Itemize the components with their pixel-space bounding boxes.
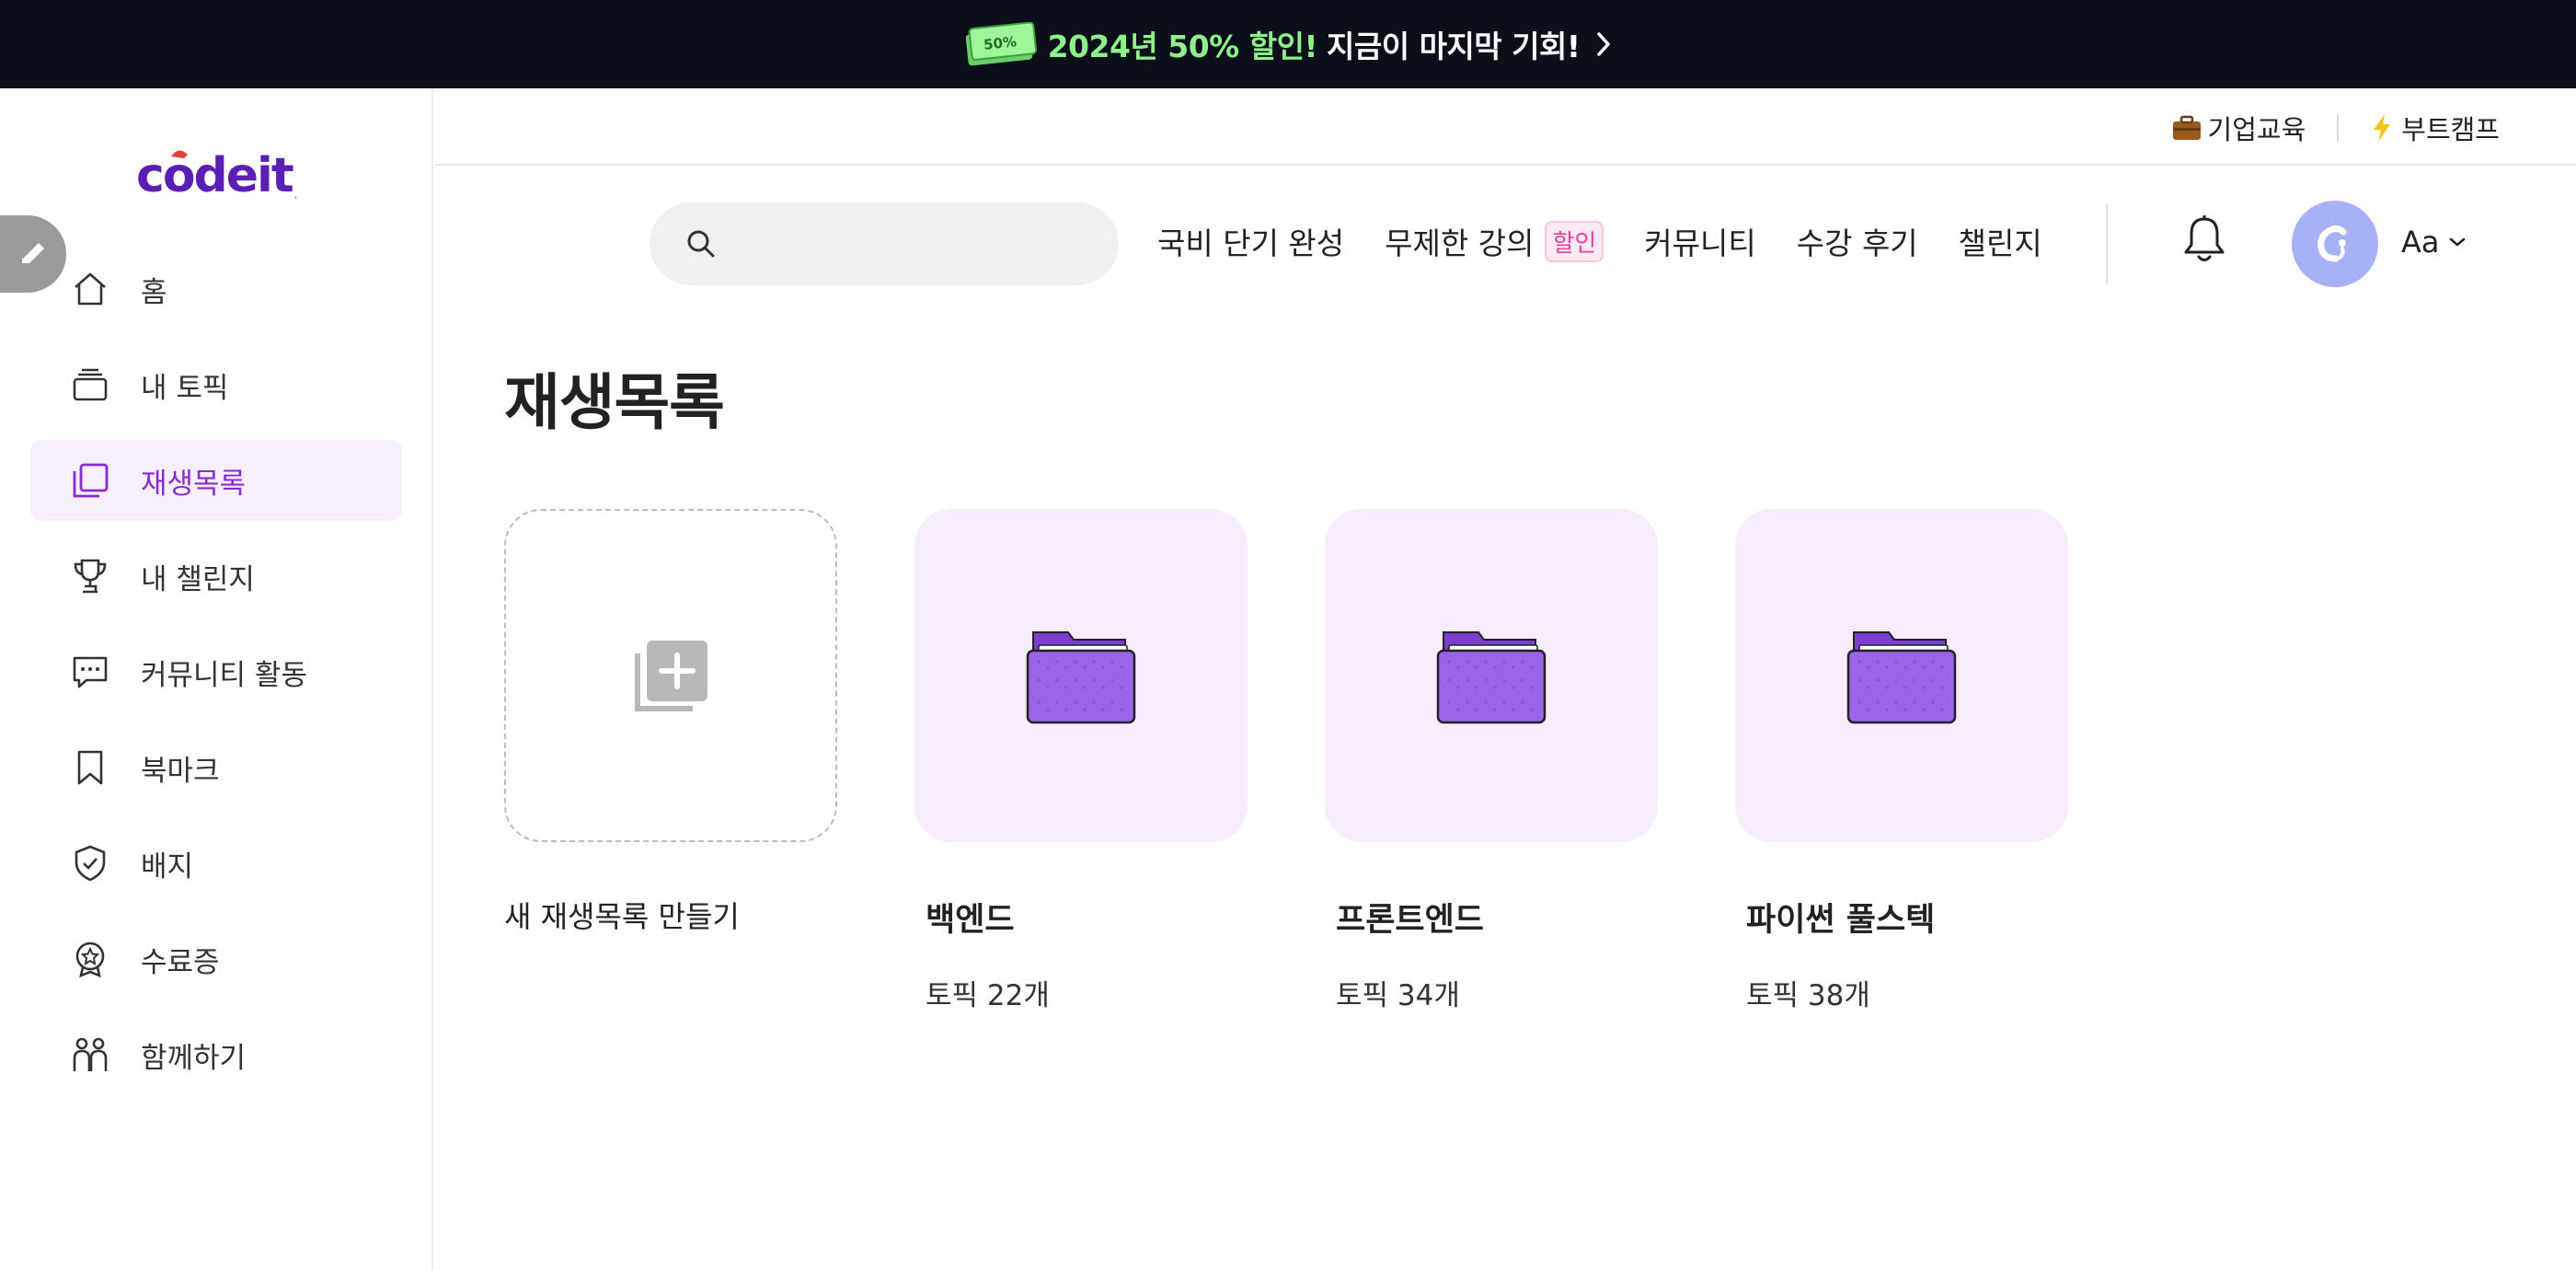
nav-challenges[interactable]: 챌린지: [1959, 219, 2042, 263]
playlist-grid: 새 재생목록 만들기 백엔드 토픽 22개 프론트엔드 토픽 34개 파이썬 풀…: [504, 509, 2145, 1013]
sidebar-item-community-activity[interactable]: 커뮤니티 활동: [30, 631, 402, 712]
new-playlist-card[interactable]: 새 재생목록 만들기: [504, 509, 837, 1013]
sidebar-item-label: 배지: [141, 849, 194, 884]
trophy-icon: [69, 555, 111, 597]
page-title: 재생목록: [504, 367, 725, 438]
sidebar-item-my-topics[interactable]: 내 토픽: [30, 344, 402, 425]
sidebar-item-label: 내 토픽: [141, 371, 229, 405]
promo-accent-text: 2024년 50% 할인!: [1047, 29, 1318, 64]
playlist-title[interactable]: 프론트엔드: [1325, 894, 1658, 941]
people-icon: [69, 1034, 111, 1076]
add-playlist-icon: [635, 641, 707, 711]
new-playlist-thumb[interactable]: [504, 509, 837, 842]
font-toggle-label: Aa: [2401, 225, 2440, 260]
promo-banner[interactable]: 50% 2024년 50% 할인! 지금이 마지막 기회!: [0, 0, 2576, 88]
nav-community[interactable]: 커뮤니티: [1644, 219, 1755, 263]
svg-text:50%: 50%: [983, 33, 1018, 53]
search-bar[interactable]: [650, 202, 1119, 285]
sidebar-item-certificates[interactable]: 수료증: [30, 919, 402, 999]
playlist-icon: [69, 459, 111, 502]
nav-unlimited-courses-label: 무제한 강의: [1385, 225, 1535, 261]
discount-ticket-icon: 50%: [963, 21, 1039, 66]
avatar-logo-icon: [2317, 225, 2347, 262]
sale-badge: 할인: [1545, 220, 1604, 262]
folder-icon: [1436, 631, 1547, 724]
playlist-title[interactable]: 파이썬 풀스텍: [1735, 894, 2068, 941]
sidebar: codeit; 홈 내 토픽 재생목록 내 챌린지 커뮤니티 활동 북마크 배지…: [0, 88, 433, 1271]
chevron-down-icon: [2449, 237, 2465, 247]
sidebar-item-badges[interactable]: 배지: [30, 823, 402, 904]
home-icon: [69, 268, 111, 310]
playlist-card[interactable]: 프론트엔드 토픽 34개: [1325, 509, 1658, 1013]
playlist-title[interactable]: 백엔드: [914, 894, 1248, 941]
badge-shield-icon: [69, 842, 111, 884]
playlist-topic-count: 토픽 38개: [1746, 979, 1870, 1012]
certificate-icon: [69, 938, 111, 980]
briefcase-icon: [2172, 115, 2201, 140]
sidebar-item-label: 함께하기: [141, 1041, 247, 1075]
sidebar-item-together[interactable]: 함께하기: [30, 1014, 402, 1095]
playlist-card[interactable]: 파이썬 풀스텍 토픽 38개: [1735, 509, 2068, 1013]
sidebar-item-label: 커뮤니티 활동: [141, 658, 307, 692]
svg-text:codeit;: codeit;: [136, 148, 296, 203]
sidebar-item-label: 수료증: [141, 945, 220, 979]
playlist-card[interactable]: 백엔드 토픽 22개: [914, 509, 1248, 1013]
logo-mark: codeit;: [136, 148, 312, 203]
nav-reviews[interactable]: 수강 후기: [1797, 219, 1918, 263]
chat-icon: [69, 651, 111, 693]
sidebar-item-my-challenges[interactable]: 내 챌린지: [30, 536, 402, 617]
bookmark-icon: [69, 746, 111, 789]
divider: [2337, 114, 2340, 142]
sidebar-item-bookmarks[interactable]: 북마크: [30, 727, 402, 808]
bootcamp-label: 부트캠프: [2401, 114, 2500, 145]
nav-gov-short-course[interactable]: 국비 단기 완성: [1157, 219, 1344, 263]
corporate-education-label: 기업교육: [2207, 114, 2306, 145]
sidebar-item-home[interactable]: 홈: [30, 248, 402, 329]
stack-icon: [69, 364, 111, 406]
codeit-logo[interactable]: codeit;: [136, 145, 312, 216]
avatar[interactable]: [2292, 201, 2378, 287]
main-nav: 국비 단기 완성 무제한 강의 할인 커뮤니티 수강 후기 챌린지: [1157, 219, 2083, 263]
lightning-icon: [2374, 114, 2391, 142]
chevron-right-icon: [1597, 32, 1611, 56]
playlist-topic-count: 토픽 22개: [926, 979, 1050, 1012]
playlist-thumb[interactable]: [1735, 509, 2068, 842]
playlist-thumb[interactable]: [1325, 509, 1658, 842]
header-divider: [2106, 204, 2108, 283]
sidebar-item-label: 내 챌린지: [141, 562, 255, 596]
notification-bell-icon[interactable]: [2180, 214, 2228, 265]
sidebar-item-playlists[interactable]: 재생목록: [30, 440, 402, 521]
folder-icon: [1026, 631, 1136, 724]
sidebar-item-label: 홈: [141, 275, 167, 309]
sidebar-nav: 홈 내 토픽 재생목록 내 챌린지 커뮤니티 활동 북마크 배지 수료증 함께하…: [30, 248, 402, 1110]
search-input[interactable]: [736, 228, 1086, 260]
sidebar-item-label: 재생목록: [141, 467, 247, 501]
font-size-toggle[interactable]: Aa: [2401, 225, 2467, 260]
new-playlist-label[interactable]: 새 재생목록 만들기: [504, 894, 837, 936]
sidebar-item-label: 북마크: [141, 754, 220, 788]
nav-unlimited-courses[interactable]: 무제한 강의 할인: [1385, 219, 1604, 263]
corporate-education-link[interactable]: 기업교육: [2171, 109, 2306, 147]
utility-bar: 기업교육 부트캠프: [435, 88, 2576, 166]
bootcamp-link[interactable]: 부트캠프: [2370, 109, 2500, 147]
playlist-topic-count: 토픽 34개: [1336, 979, 1460, 1012]
folder-icon: [1846, 631, 1957, 724]
promo-main-text: 지금이 마지막 기회!: [1327, 29, 1581, 64]
search-icon: [687, 230, 715, 258]
playlist-thumb[interactable]: [914, 509, 1248, 842]
